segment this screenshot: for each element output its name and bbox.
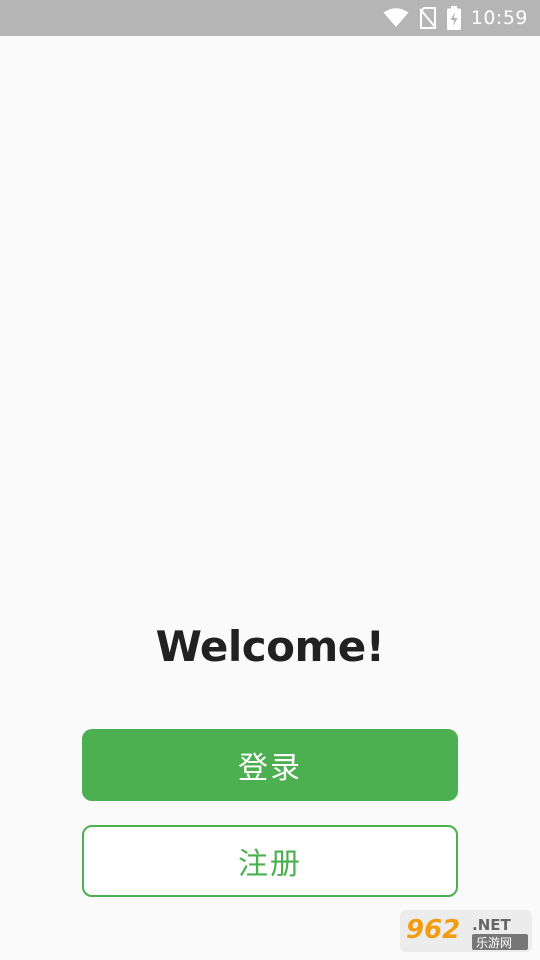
register-button[interactable]: 注册 xyxy=(82,825,458,897)
app-screen: 10:59 Welcome! 登录 注册 962 .NET 乐游网 xyxy=(0,0,540,960)
battery-charging-icon xyxy=(446,6,461,30)
wifi-icon xyxy=(383,8,409,28)
svg-text:乐游网: 乐游网 xyxy=(476,936,512,950)
no-sim-icon xyxy=(418,7,437,29)
status-time: 10:59 xyxy=(470,7,528,29)
watermark-logo: 962 .NET 乐游网 xyxy=(400,908,532,954)
status-bar: 10:59 xyxy=(0,0,540,36)
svg-text:962: 962 xyxy=(406,915,460,945)
svg-text:.NET: .NET xyxy=(472,916,511,934)
welcome-title: Welcome! xyxy=(155,622,385,671)
login-button[interactable]: 登录 xyxy=(82,729,458,801)
